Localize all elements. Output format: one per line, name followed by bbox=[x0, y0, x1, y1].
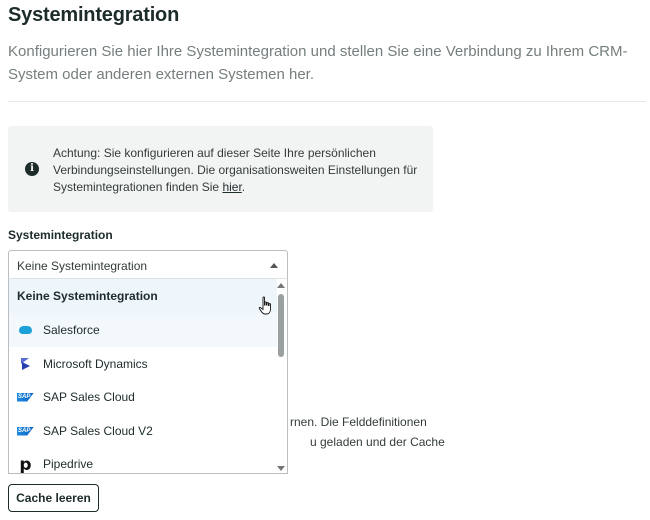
integration-select[interactable]: Keine Systemintegration bbox=[8, 250, 288, 279]
scroll-down-arrow-icon[interactable] bbox=[277, 466, 285, 471]
page-title: Systemintegration bbox=[8, 4, 180, 26]
hand-pointer-icon bbox=[258, 296, 271, 315]
dropdown-scrollbar[interactable] bbox=[277, 283, 285, 471]
option-sap-sales-cloud[interactable]: SAP SAP Sales Cloud bbox=[9, 380, 277, 414]
caret-up-icon bbox=[270, 263, 278, 268]
scrollbar-thumb[interactable] bbox=[278, 294, 284, 357]
option-keine-systemintegration[interactable]: Keine Systemintegration bbox=[9, 279, 277, 313]
option-salesforce[interactable]: Salesforce bbox=[9, 313, 277, 347]
integration-field-label: Systemintegration bbox=[8, 228, 113, 242]
hidden-text-line-2: u geladen und der Cache bbox=[310, 435, 445, 449]
select-value: Keine Systemintegration bbox=[17, 259, 148, 273]
option-microsoft-dynamics[interactable]: Microsoft Dynamics bbox=[9, 347, 277, 381]
clear-cache-button[interactable]: Cache leeren bbox=[8, 484, 99, 512]
notice-text: Achtung: Sie konfigurieren auf dieser Se… bbox=[53, 145, 423, 196]
sap-icon: SAP bbox=[17, 425, 34, 437]
salesforce-icon bbox=[17, 324, 34, 336]
microsoft-dynamics-icon bbox=[17, 358, 34, 370]
option-pipedrive[interactable]: p Pipedrive bbox=[9, 447, 277, 474]
integration-dropdown-list[interactable]: Keine Systemintegration Salesforce Micro… bbox=[8, 278, 288, 474]
partially-hidden-text: rnen. Die Felddefinitionen u geladen und… bbox=[290, 412, 650, 452]
pipedrive-icon: p bbox=[19, 455, 32, 474]
option-label: SAP Sales Cloud V2 bbox=[43, 424, 153, 438]
notice-suffix: . bbox=[241, 180, 246, 194]
info-notice: i Achtung: Sie konfigurieren auf dieser … bbox=[8, 126, 433, 212]
info-icon: i bbox=[25, 162, 39, 176]
option-label: Microsoft Dynamics bbox=[43, 357, 148, 371]
divider bbox=[8, 101, 646, 102]
option-label: Pipedrive bbox=[43, 457, 94, 471]
hidden-text-line-1: rnen. Die Felddefinitionen bbox=[290, 415, 427, 429]
scroll-up-arrow-icon[interactable] bbox=[277, 283, 285, 288]
option-label: Keine Systemintegration bbox=[17, 289, 158, 303]
option-label: SAP Sales Cloud bbox=[43, 390, 135, 404]
option-sap-sales-cloud-v2[interactable]: SAP SAP Sales Cloud V2 bbox=[9, 414, 277, 448]
sap-icon: SAP bbox=[17, 391, 34, 403]
option-label: Salesforce bbox=[43, 323, 100, 337]
notice-link[interactable]: hier bbox=[222, 180, 241, 194]
page-description: Konfigurieren Sie hier Ihre Systemintegr… bbox=[8, 43, 628, 83]
